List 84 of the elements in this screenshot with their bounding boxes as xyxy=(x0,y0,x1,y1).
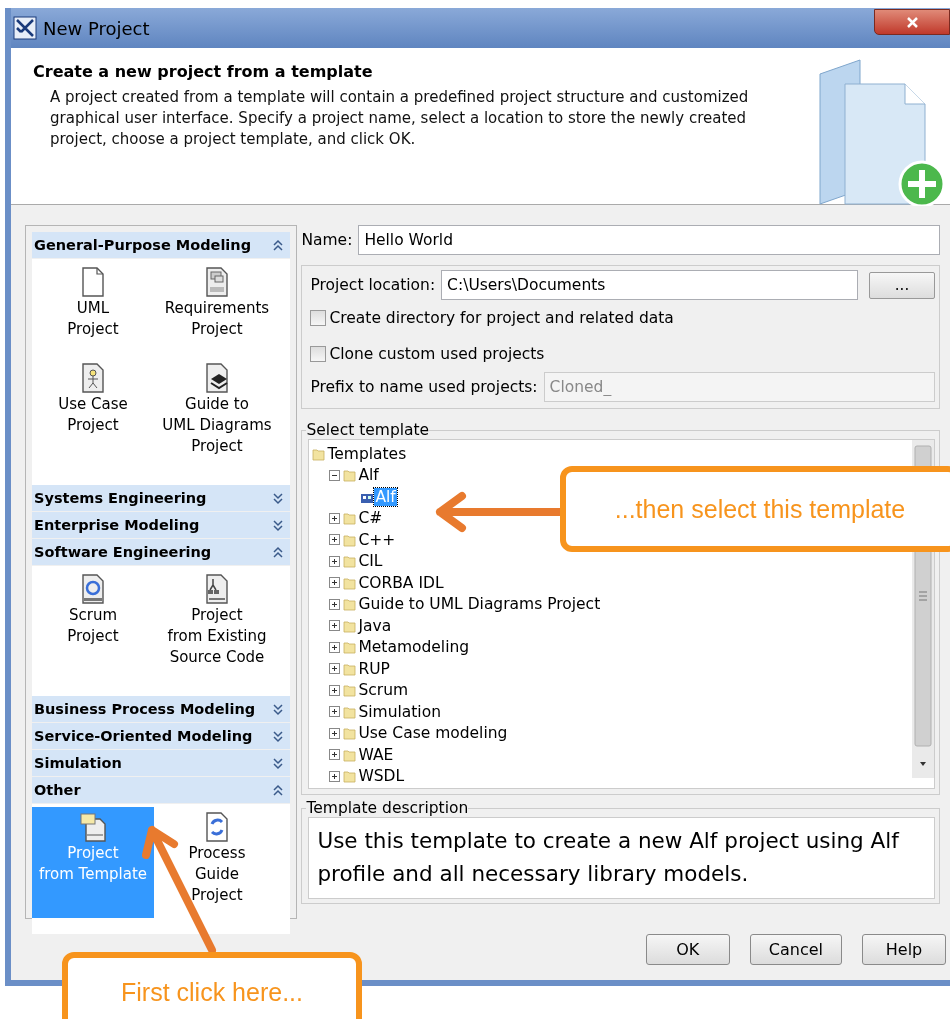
section-label: Template description xyxy=(306,799,469,817)
tree-item[interactable]: C# xyxy=(357,509,384,528)
tree-item[interactable]: Alf xyxy=(357,466,380,485)
header-title: Create a new project from a template xyxy=(33,62,374,81)
checkbox[interactable] xyxy=(310,310,327,326)
folder-icon xyxy=(343,597,358,612)
checkbox-label: Clone custom used projects xyxy=(329,345,545,363)
folder-icon xyxy=(343,575,358,590)
browse-button[interactable]: ... xyxy=(869,271,935,299)
expand-icon[interactable] xyxy=(329,534,341,546)
folder-icon xyxy=(343,747,358,762)
folder-icon xyxy=(343,661,358,676)
project-type-item[interactable]: Guide to UML Diagrams Project xyxy=(154,358,280,475)
tree-item[interactable]: WSDL xyxy=(357,767,406,786)
collapse-icon[interactable] xyxy=(329,469,341,481)
folder-icon xyxy=(343,511,358,526)
tree-item[interactable]: WAE xyxy=(357,745,395,764)
expand-icon[interactable] xyxy=(329,620,341,632)
expand-icon[interactable] xyxy=(329,749,341,761)
category-header[interactable]: General-Purpose Modeling xyxy=(32,232,291,259)
dialog-button[interactable]: Help xyxy=(862,934,946,965)
category-header[interactable]: Software Engineering xyxy=(32,539,291,566)
callout: First click here... xyxy=(62,952,362,1019)
expand-icon[interactable] xyxy=(329,663,341,675)
category-header[interactable]: Other xyxy=(32,777,291,804)
field-label: Prefix to name used projects: xyxy=(310,378,538,396)
project-type-item[interactable]: UML Project xyxy=(32,262,154,358)
project-type-item[interactable]: Project from Existing Source Code xyxy=(154,569,280,686)
tree-item[interactable]: C++ xyxy=(357,530,397,549)
category-header[interactable]: Service-Oriented Modeling xyxy=(32,723,291,750)
category-header[interactable]: Systems Engineering xyxy=(32,485,291,512)
folder-icon xyxy=(343,704,358,719)
checkbox[interactable] xyxy=(310,346,327,362)
dialog-button[interactable]: OK xyxy=(645,934,730,965)
category-header[interactable]: Business Process Modeling xyxy=(32,696,291,723)
tree-item[interactable]: Java xyxy=(357,616,393,635)
dialog-button[interactable]: Cancel xyxy=(749,934,842,965)
tree-item[interactable]: Scrum xyxy=(357,681,410,700)
project-type-item[interactable]: Use Case Project xyxy=(32,358,154,475)
folder-icon xyxy=(312,446,327,461)
folder-icon xyxy=(343,532,358,547)
expand-icon[interactable] xyxy=(329,706,341,718)
tree-item[interactable]: Metamodeling xyxy=(357,638,471,657)
folder-icon xyxy=(343,640,358,655)
expand-icon[interactable] xyxy=(329,727,341,739)
folder-icon xyxy=(343,618,358,633)
folder-icon xyxy=(343,683,358,698)
category-header[interactable]: Simulation xyxy=(32,750,291,777)
template-description-text: Use this template to create a new Alf project using Alf profile and all necessary library models. xyxy=(308,817,935,899)
field-label: Name: xyxy=(301,231,353,249)
expand-icon[interactable] xyxy=(329,512,341,524)
folder-icon xyxy=(343,468,358,483)
expand-icon[interactable] xyxy=(329,577,341,589)
expand-icon[interactable] xyxy=(329,598,341,610)
section-label: Select template xyxy=(306,421,430,439)
close-button[interactable] xyxy=(874,9,950,35)
tree-item[interactable]: Templates xyxy=(326,444,408,463)
folder-document-icon xyxy=(77,811,109,843)
tree-item[interactable]: Simulation xyxy=(357,702,442,721)
expand-icon[interactable] xyxy=(329,641,341,653)
field-label: Project location: xyxy=(310,276,436,294)
tree-item[interactable]: CORBA IDL xyxy=(357,573,445,592)
folder-icon xyxy=(343,726,358,741)
app-logo-icon xyxy=(13,16,37,40)
window-title: New Project xyxy=(43,17,150,39)
expand-icon[interactable] xyxy=(329,555,341,567)
folder-icon xyxy=(343,769,358,784)
location-input-field[interactable]: C:\Users\Documents xyxy=(441,270,858,300)
folder-icon xyxy=(343,554,358,569)
name-input-field[interactable]: Hello World xyxy=(358,225,940,255)
close-icon[interactable] xyxy=(905,15,919,29)
expand-icon[interactable] xyxy=(329,770,341,782)
tree-item[interactable]: Use Case modeling xyxy=(357,724,509,743)
category-header[interactable]: Enterprise Modeling xyxy=(32,512,291,539)
project-type-item[interactable]: Scrum Project xyxy=(32,569,154,686)
header-description: A project created from a template will contain a predefined project structure and customized graphical user interface. Specify a project name, select a location to store the newly created project, choose a project template, and click OK. xyxy=(49,87,750,150)
checkbox-label: Create directory for project and related data xyxy=(329,309,674,327)
tree-item[interactable]: RUP xyxy=(357,659,391,678)
expand-icon[interactable] xyxy=(329,684,341,696)
tree-item[interactable]: Guide to UML Diagrams Project xyxy=(357,595,602,614)
tree-item[interactable]: CIL xyxy=(357,552,384,571)
project-type-item[interactable]: Process Guide Project xyxy=(154,807,280,924)
callout: ...then select this template xyxy=(560,466,950,552)
project-type-item[interactable]: Requirements Project xyxy=(154,262,280,358)
